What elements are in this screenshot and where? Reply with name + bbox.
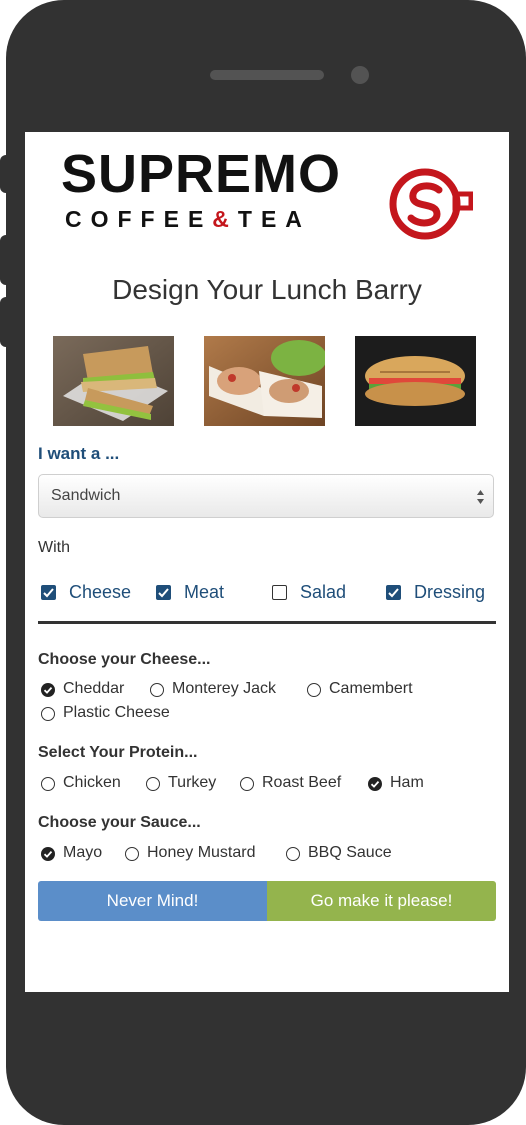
radio-unchecked-icon [41, 707, 55, 721]
radio-unchecked-icon [240, 777, 254, 791]
brand-tagline: COFFEE&TEA [65, 206, 311, 232]
meal-type-select[interactable]: Sandwich [38, 474, 494, 518]
radio-label: Plastic Cheese [63, 704, 170, 721]
phone-camera [351, 66, 369, 84]
checkbox-unchecked-icon [272, 585, 287, 600]
meal-type-label: I want a ... [38, 444, 120, 463]
phone-speaker [210, 70, 324, 80]
coffee-cup-logo-icon [389, 168, 473, 240]
radio-unchecked-icon [307, 683, 321, 697]
phone-volume-down-button [0, 297, 12, 347]
radio-label: Ham [390, 774, 424, 791]
cheese-group-title: Choose your Cheese... [38, 651, 211, 668]
radio-checked-icon [41, 847, 55, 861]
checkbox-label: Meat [184, 582, 225, 602]
brand-tagline-tea: TEA [237, 206, 311, 232]
brand-name: SUPREMO [61, 144, 342, 204]
radio-label: Cheddar [63, 680, 125, 697]
sauce-group-title: Choose your Sauce... [38, 814, 201, 831]
checkbox-checked-icon [386, 585, 401, 600]
brand-tagline-amp: & [212, 206, 238, 232]
checkbox-checked-icon [156, 585, 171, 600]
radio-label: Turkey [168, 774, 217, 791]
phone-volume-up-button [0, 235, 12, 285]
brand-tagline-coffee: COFFEE [65, 206, 213, 232]
radio-checked-icon [41, 683, 55, 697]
radio-label: Chicken [63, 774, 121, 791]
never-mind-button[interactable]: Never Mind! [38, 881, 267, 921]
checkbox-label: Salad [300, 582, 347, 602]
radio-label: Mayo [63, 844, 103, 861]
radio-label: Camembert [329, 680, 413, 697]
panini-photo[interactable] [355, 336, 476, 426]
phone-mute-switch [0, 155, 12, 193]
checkbox-checked-icon [41, 585, 56, 600]
radio-label: BBQ Sauce [308, 844, 392, 861]
extras-label: With [38, 539, 70, 556]
radio-label: Roast Beef [262, 774, 342, 791]
checkbox-label: Cheese [69, 582, 132, 602]
radio-unchecked-icon [41, 777, 55, 791]
section-divider [38, 621, 496, 624]
radio-unchecked-icon [286, 847, 300, 861]
radio-unchecked-icon [146, 777, 160, 791]
radio-label: Monterey Jack [172, 680, 277, 697]
wrap-photo[interactable] [204, 336, 325, 426]
radio-checked-icon [368, 777, 382, 791]
meal-type-selected-value: Sandwich [51, 487, 121, 504]
radio-unchecked-icon [150, 683, 164, 697]
radio-unchecked-icon [125, 847, 139, 861]
protein-group-title: Select Your Protein... [38, 744, 198, 761]
checkbox-label: Dressing [414, 582, 486, 602]
page-title: Design Your Lunch Barry [112, 274, 422, 305]
sandwich-photo[interactable] [53, 336, 174, 426]
select-updown-icon [477, 490, 484, 504]
app-screen: SUPREMO COFFEE&TEA Design Your Lunch Bar… [25, 132, 509, 992]
radio-label: Honey Mustard [147, 844, 256, 861]
submit-order-button[interactable]: Go make it please! [267, 881, 496, 921]
brand-logo: SUPREMO COFFEE&TEA [61, 144, 477, 240]
